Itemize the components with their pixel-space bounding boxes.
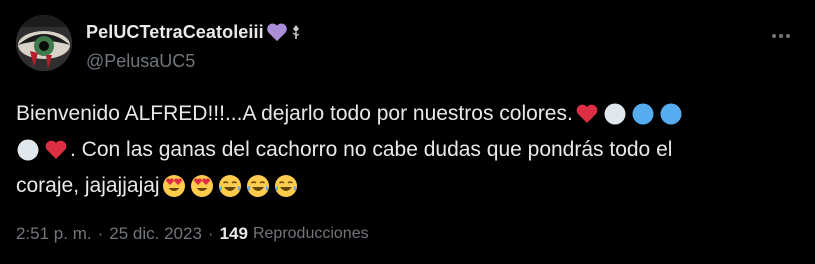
blue-circle-icon xyxy=(631,102,655,126)
views-label[interactable]: Reproducciones xyxy=(253,225,369,243)
tweet-line-2-text: . Con las ganas del cachorro no cabe dud… xyxy=(70,138,673,161)
tweet-line-3-text: coraje, jajajjajaj xyxy=(16,174,160,197)
tweet-date[interactable]: 25 dic. 2023 xyxy=(109,224,202,244)
red-heart-icon xyxy=(44,138,68,162)
purple-heart-icon xyxy=(266,22,288,42)
blue-circle-icon xyxy=(659,102,683,126)
avatar[interactable] xyxy=(16,15,72,71)
more-options-button[interactable] xyxy=(769,28,793,44)
tears-of-joy-icon xyxy=(218,174,242,198)
red-heart-icon xyxy=(575,102,599,126)
tweet-line-3: coraje, jajajjajaj xyxy=(16,168,786,204)
tweet-text: Bienvenido ALFRED!!!...A dejarlo todo po… xyxy=(16,96,786,204)
heart-eyes-icon xyxy=(162,174,186,198)
meta-separator: · xyxy=(207,224,214,243)
display-name[interactable]: PelUCTetraCeatoleiii xyxy=(86,22,264,43)
user-handle[interactable]: @PelusaUC5 xyxy=(86,50,302,72)
tears-of-joy-icon xyxy=(274,174,298,198)
white-circle-icon xyxy=(603,102,627,126)
heart-eyes-icon xyxy=(190,174,214,198)
tweet-card[interactable]: PelUCTetraCeatoleiii @PelusaUC5 Bienveni… xyxy=(0,0,815,264)
more-dot xyxy=(786,34,790,38)
eye-avatar-icon xyxy=(16,15,72,71)
more-dot xyxy=(779,34,783,38)
tweet-meta: 2:51 p. m. · 25 dic. 2023 · 149 Reproduc… xyxy=(16,220,369,248)
tweet-line-1: Bienvenido ALFRED!!!...A dejarlo todo po… xyxy=(16,96,786,132)
white-circle-icon xyxy=(16,138,40,162)
more-dots-icon xyxy=(772,34,776,38)
tweet-line-1-text: Bienvenido ALFRED!!!...A dejarlo todo po… xyxy=(16,102,573,125)
tears-of-joy-icon xyxy=(246,174,270,198)
views-count[interactable]: 149 xyxy=(220,224,248,244)
tweet-line-2: . Con las ganas del cachorro no cabe dud… xyxy=(16,132,786,168)
tweet-time[interactable]: 2:51 p. m. xyxy=(16,224,92,244)
rose-icon xyxy=(290,24,302,40)
meta-separator: · xyxy=(97,224,104,243)
